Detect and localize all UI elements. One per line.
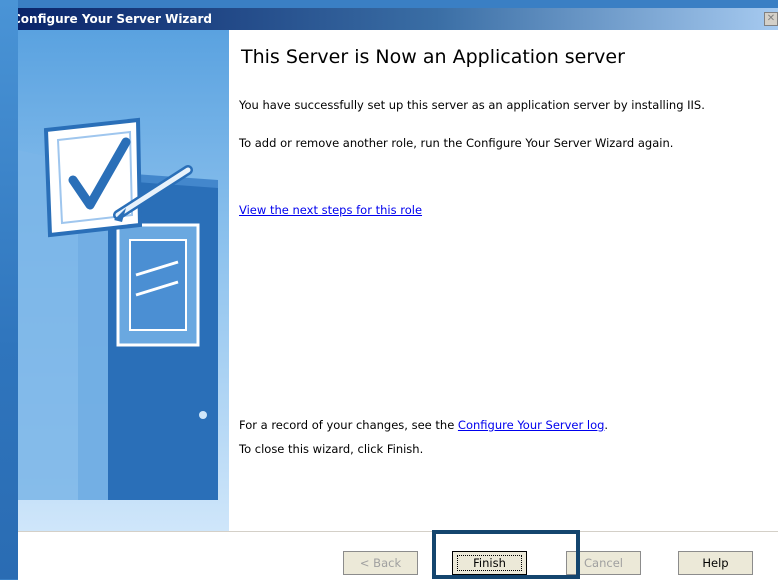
wizard-sidebar [18, 30, 229, 531]
server-with-checkmark-document-icon [18, 117, 218, 500]
page-title: This Server is Now an Application server [241, 46, 625, 68]
next-steps-container: View the next steps for this role [239, 203, 709, 218]
finish-button[interactable]: Finish [452, 551, 527, 575]
close-icon: ✕ [766, 13, 776, 24]
cancel-button[interactable]: Cancel [566, 551, 641, 575]
wizard-content: This Server is Now an Application server… [229, 30, 778, 531]
wizard-window: Configure Your Server Wizard ✕ This Serv… [18, 8, 778, 580]
finish-button-label: Finish [457, 555, 522, 571]
record-suffix-text: . [604, 418, 609, 432]
title-bar[interactable]: Configure Your Server Wizard ✕ [18, 8, 778, 30]
close-instruction: To close this wizard, click Finish. [239, 442, 424, 456]
configure-server-log-link[interactable]: Configure Your Server log [458, 418, 605, 432]
back-button[interactable]: < Back [343, 551, 418, 575]
record-line: For a record of your changes, see the Co… [239, 418, 608, 432]
desktop-background [0, 0, 18, 579]
add-remove-role-message: To add or remove another role, run the C… [239, 136, 674, 150]
success-message: You have successfully set up this server… [239, 98, 705, 112]
next-steps-link[interactable]: View the next steps for this role [239, 203, 422, 217]
record-prefix-text: For a record of your changes, see the [239, 418, 458, 432]
window-title: Configure Your Server Wizard [18, 12, 213, 26]
close-button[interactable]: ✕ [764, 12, 778, 26]
button-bar: < Back Finish Cancel Help [18, 531, 778, 580]
help-button[interactable]: Help [678, 551, 753, 575]
